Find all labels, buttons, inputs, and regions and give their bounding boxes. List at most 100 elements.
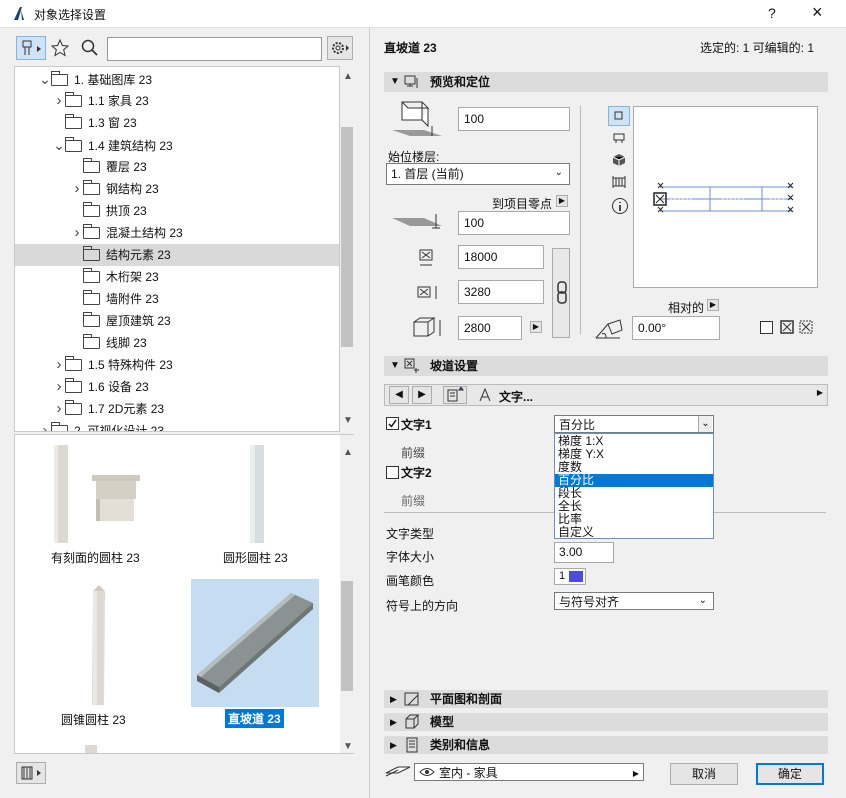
page-menu-arrow-icon[interactable]: ▶ [817,388,823,397]
length-input[interactable]: 18000 [458,245,544,269]
ok-button[interactable]: 确定 [756,763,824,785]
plan-view-button[interactable] [608,106,630,126]
font-size-input[interactable]: 3.00 [554,542,614,563]
text2-label: 文字2 [401,466,432,480]
tree-item-label: 1.3 窗 23 [88,116,137,130]
expand-arrow-icon: ▶ [390,694,397,704]
search-input[interactable] [107,37,322,61]
expand-closed-icon[interactable]: › [53,376,65,398]
tree-item[interactable]: › 混凝土结构 23 [15,222,339,244]
search-icon [80,38,100,58]
height2-arrow-button[interactable]: ▶ [530,321,542,333]
direction-select[interactable]: 与符号对齐 ⌄ [554,592,714,610]
mirror-none-checkbox[interactable] [760,321,773,334]
window-title: 对象选择设置 [34,8,107,22]
expand-closed-icon[interactable]: › [71,222,83,244]
tree-scrollbar[interactable]: ▲ ▼ [340,67,354,431]
mirror-y-icon[interactable] [799,320,813,334]
expand-open-icon[interactable]: ⌄ [53,134,65,156]
tree-item[interactable]: › 1.1 家具 23 [15,90,339,112]
expand-open-icon[interactable]: ⌄ [39,68,51,90]
offset-input[interactable]: 100 [458,211,570,235]
category-section-header[interactable]: ▶ 类别和信息 [384,736,828,754]
thumb-scrollbar[interactable]: ▲ ▼ [340,435,354,753]
thumb-round-column-image[interactable] [249,445,265,545]
direction-label: 符号上的方向 [386,599,459,613]
3d-view-icon[interactable] [611,152,627,168]
project-zero-arrow-button[interactable]: ▶ [556,195,568,207]
ramp-section-header[interactable]: ▼ 坡道设置 [384,356,828,376]
tree-scroll-thumb[interactable] [341,127,353,347]
expand-closed-icon[interactable]: › [53,354,65,376]
folder-icon [65,113,82,129]
thumb-partial-image [85,745,97,753]
tree-item[interactable]: 拱顶 23 [15,200,339,222]
tree-item[interactable]: › 2. 可视化设计 23 [15,420,339,431]
text1-select[interactable]: 百分比 ⌄ [554,415,714,433]
text2-checkbox[interactable] [386,466,399,479]
thumb-label: 圆锥圆柱 23 [61,713,126,727]
tree-item[interactable]: 木桁架 23 [15,266,339,288]
tree-item-label: 木桁架 23 [106,270,159,284]
width-input[interactable]: 3280 [458,280,544,304]
text1-dropdown-list: 梯度 1:X 梯度 Y:X 度数 百分比 段长 全长 比率 自定义 [554,433,714,539]
page-name[interactable]: 文字... [499,388,533,405]
tree-item[interactable]: 屋顶建筑 23 [15,310,339,332]
prev-page-button[interactable]: ◀ [389,386,409,404]
thumb-conical-column-image[interactable] [87,585,111,705]
settings-gear-button[interactable] [327,36,353,60]
tree-item[interactable]: › 钢结构 23 [15,178,339,200]
expand-closed-icon[interactable]: › [53,398,65,420]
tree-item[interactable]: ⌄ 1.4 建筑结构 23 [15,134,339,156]
close-button[interactable]: × [812,2,823,23]
thumb-faceted-column-image[interactable] [51,445,151,545]
height2-input[interactable]: 2800 [458,316,522,340]
tree-item-label: 结构元素 23 [106,248,171,262]
expand-closed-icon[interactable]: › [53,90,65,112]
link-chain-button[interactable] [552,248,570,338]
model-section-header[interactable]: ▶ 模型 [384,713,828,731]
next-page-button[interactable]: ▶ [412,386,432,404]
section-title: 类别和信息 [430,738,491,752]
pen-color-picker[interactable]: 1 [554,568,586,585]
thumb-scroll-thumb[interactable] [341,581,353,691]
angle-input[interactable]: 0.00° [632,316,720,340]
mirror-x-icon[interactable] [780,320,794,334]
tree-item[interactable]: › 1.6 设备 23 [15,376,339,398]
relative-arrow-button[interactable]: ▶ [707,299,719,311]
folder-icon [83,267,100,283]
preview-section-header[interactable]: ▼ 预览和定位 [384,72,828,92]
thumb-straight-ramp-image[interactable] [191,579,319,707]
object-type-button[interactable] [16,36,46,60]
expand-arrow-icon: ▶ [390,740,397,750]
expand-closed-icon[interactable]: › [39,420,51,431]
story-value: 1. 首层 (当前) [391,167,464,181]
tree-item[interactable]: › 1.7 2D元素 23 [15,398,339,420]
offset-icon [388,212,454,236]
tree-item[interactable]: › 1.5 特殊构件 23 [15,354,339,376]
library-manager-button[interactable] [16,762,46,784]
story-select[interactable]: 1. 首层 (当前) ⌄ [386,163,570,185]
help-button[interactable]: ? [768,5,776,21]
plan-section-header[interactable]: ▶ 平面图和剖面 [384,690,828,708]
expand-closed-icon[interactable]: › [71,178,83,200]
tree-item[interactable]: 1.3 窗 23 [15,112,339,134]
page-list-button[interactable] [443,386,467,404]
dropdown-option[interactable]: 自定义 [555,526,713,539]
info-icon[interactable] [611,197,629,215]
text1-checkbox[interactable] [386,417,399,430]
tree-item[interactable]: 线脚 23 [15,332,339,354]
tree-item[interactable]: 结构元素 23 [15,244,339,266]
document-list-icon [406,737,418,753]
tree-item[interactable]: ⌄ 1. 基础图库 23 [15,68,339,90]
tree-item[interactable]: 覆层 23 [15,156,339,178]
cancel-button[interactable]: 取消 [670,763,738,785]
pen-number: 1 [559,570,566,582]
text-page-icon [479,387,491,402]
tree-item[interactable]: 墙附件 23 [15,288,339,310]
section-view-icon[interactable] [611,174,627,190]
elevation-view-icon[interactable] [611,130,627,146]
height-input[interactable]: 100 [458,107,570,131]
favorites-star-icon[interactable] [50,38,70,58]
layer-select[interactable]: 室内 - 家具 ▶ [414,763,644,781]
